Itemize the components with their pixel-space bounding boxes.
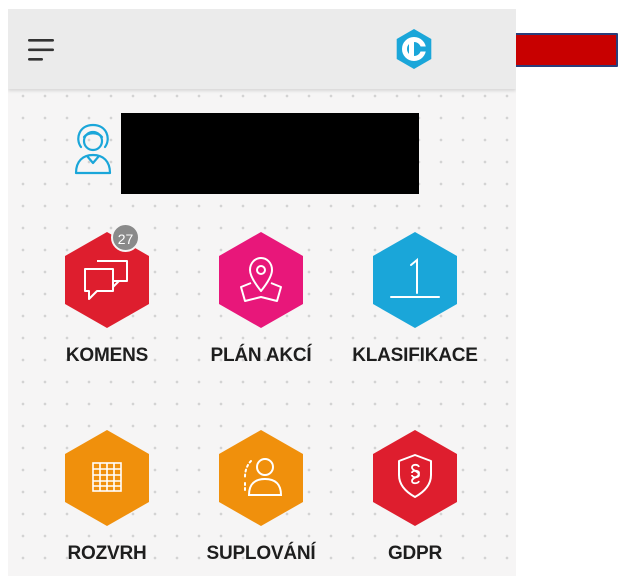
tile-klasifikace[interactable]: KLASIFIKACE	[340, 231, 490, 381]
tile-label: KOMENS	[65, 345, 149, 366]
user-avatar-icon	[74, 123, 112, 175]
hexagon-shape	[219, 430, 303, 526]
plan-akci-hexagon	[219, 232, 303, 328]
gdpr-hexagon	[373, 430, 457, 526]
redacted-user-name	[121, 113, 419, 194]
tile-komens[interactable]: 27 KOMENS	[32, 223, 182, 381]
tile-rozvrh[interactable]: ROZVRH	[32, 429, 182, 576]
hexagon-shape	[373, 232, 457, 328]
rozvrh-hexagon	[65, 430, 149, 526]
menu-button[interactable]	[28, 37, 58, 63]
profile-avatar[interactable]	[71, 121, 115, 177]
tile-plan-akci[interactable]: PLÁN AKCÍ	[186, 231, 336, 381]
tile-label: SUPLOVÁNÍ	[206, 543, 316, 564]
tile-label: ROZVRH	[67, 543, 147, 564]
app-screen: 27 KOMENS PLÁN AKCÍ KLASIFIKACE ROZVRH S…	[8, 9, 516, 576]
tile-label: KLASIFIKACE	[352, 345, 478, 366]
hamburger-menu-icon	[28, 39, 54, 61]
bakalari-logo-icon	[396, 29, 432, 69]
app-logo-button[interactable]	[392, 27, 436, 71]
hexagon-shape	[219, 232, 303, 328]
tile-label: PLÁN AKCÍ	[210, 345, 312, 366]
tile-suplovani[interactable]: SUPLOVÁNÍ	[186, 429, 336, 576]
tile-label: GDPR	[387, 543, 443, 564]
tile-gdpr[interactable]: GDPR	[340, 429, 490, 576]
top-app-bar	[8, 9, 516, 89]
klasifikace-hexagon	[373, 232, 457, 328]
unread-count-badge: 27	[111, 223, 140, 252]
suplovani-hexagon	[219, 430, 303, 526]
komens-hexagon	[65, 232, 149, 328]
